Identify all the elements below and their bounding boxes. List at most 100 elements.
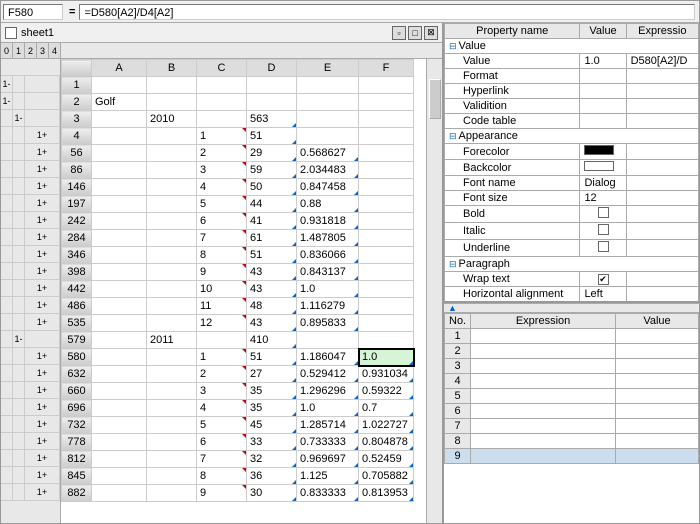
row-header[interactable]: 579	[62, 332, 92, 349]
prop-value[interactable]: ✔	[580, 272, 626, 287]
backcolor-swatch[interactable]	[584, 161, 614, 171]
cell[interactable]	[147, 230, 197, 247]
outline-toggle[interactable]	[1, 399, 13, 415]
outline-toggle[interactable]: 1+	[25, 263, 60, 279]
cell[interactable]: 48	[247, 298, 297, 315]
row-header[interactable]: 2	[62, 94, 92, 111]
outline-level-3[interactable]: 3	[37, 43, 49, 58]
prop-expr[interactable]	[626, 206, 698, 223]
cell[interactable]	[92, 366, 147, 383]
outline-toggle[interactable]	[1, 348, 13, 364]
expr-row-header[interactable]: 8	[445, 434, 471, 449]
cell[interactable]: 0.847458	[297, 179, 359, 196]
outline-toggle[interactable]	[1, 416, 13, 432]
cell[interactable]	[359, 281, 414, 298]
outline-toggle[interactable]	[13, 178, 25, 194]
row-header[interactable]: 3	[62, 111, 92, 128]
outline-toggle[interactable]: 1+	[25, 195, 60, 211]
expr-row-header[interactable]: 1	[445, 329, 471, 344]
window-close-icon[interactable]: ⊠	[424, 26, 438, 40]
cell[interactable]	[197, 332, 247, 349]
cell[interactable]	[197, 111, 247, 128]
outline-toggle[interactable]	[1, 144, 13, 160]
cell[interactable]: 0.895833	[297, 315, 359, 332]
outline-toggle[interactable]: 1+	[25, 314, 60, 330]
row-header[interactable]: 86	[62, 162, 92, 179]
cell[interactable]: 59	[247, 162, 297, 179]
tree-toggle-icon[interactable]: ⊟	[449, 41, 459, 51]
cell[interactable]: 0.88	[297, 196, 359, 213]
column-header-F[interactable]: F	[359, 60, 414, 77]
expr-cell-expression[interactable]	[471, 404, 616, 419]
cell[interactable]	[297, 128, 359, 145]
row-header[interactable]: 778	[62, 434, 92, 451]
cell[interactable]: 8	[197, 468, 247, 485]
cell[interactable]	[359, 77, 414, 94]
outline-toggle[interactable]	[1, 484, 13, 500]
outline-toggle[interactable]	[13, 382, 25, 398]
expr-row-header[interactable]: 7	[445, 419, 471, 434]
cell[interactable]: 8	[197, 247, 247, 264]
cell[interactable]	[147, 196, 197, 213]
outline-toggle[interactable]	[13, 212, 25, 228]
cell[interactable]	[359, 230, 414, 247]
vertical-scrollbar[interactable]	[426, 59, 442, 523]
cell[interactable]: 6	[197, 434, 247, 451]
tree-toggle-icon[interactable]: ⊟	[449, 259, 459, 269]
cell[interactable]: 35	[247, 400, 297, 417]
row-header[interactable]: 580	[62, 349, 92, 366]
spreadsheet-grid[interactable]: ABCDEF12Golf320105634151562290.568627863…	[61, 59, 442, 523]
row-header[interactable]: 197	[62, 196, 92, 213]
prop-expr[interactable]	[626, 191, 698, 206]
cell[interactable]: 0.833333	[297, 485, 359, 502]
expr-cell-expression[interactable]	[471, 374, 616, 389]
cell[interactable]	[359, 162, 414, 179]
expr-cell-expression[interactable]	[471, 389, 616, 404]
cell[interactable]	[147, 298, 197, 315]
expr-cell-expression[interactable]	[471, 434, 616, 449]
outline-toggle[interactable]	[13, 467, 25, 483]
cell[interactable]	[92, 417, 147, 434]
cell[interactable]	[92, 179, 147, 196]
outline-toggle[interactable]: 1+	[25, 161, 60, 177]
cell[interactable]: 0.804878	[359, 434, 414, 451]
cell[interactable]	[359, 145, 414, 162]
cell[interactable]	[92, 400, 147, 417]
cell[interactable]: 43	[247, 315, 297, 332]
cell[interactable]	[92, 332, 147, 349]
cell[interactable]: 51	[247, 349, 297, 366]
outline-toggle[interactable]: 1-	[13, 331, 25, 347]
cell[interactable]: 0.52459	[359, 451, 414, 468]
cell[interactable]: 2011	[147, 332, 197, 349]
outline-toggle[interactable]: 1+	[25, 365, 60, 381]
prop-value[interactable]	[580, 223, 626, 240]
prop-expr[interactable]	[626, 160, 698, 176]
cell[interactable]: 1.022727	[359, 417, 414, 434]
cell[interactable]: 1.0	[297, 281, 359, 298]
cell[interactable]	[359, 298, 414, 315]
checkbox[interactable]	[598, 241, 609, 252]
expr-row-header[interactable]: 9	[445, 449, 471, 464]
cell[interactable]	[147, 94, 197, 111]
cell[interactable]: 0.7	[359, 400, 414, 417]
cell[interactable]	[92, 485, 147, 502]
cell[interactable]	[92, 162, 147, 179]
cell[interactable]: 7	[197, 451, 247, 468]
cell[interactable]: 0.529412	[297, 366, 359, 383]
expr-cell-value[interactable]	[616, 374, 699, 389]
row-header[interactable]: 398	[62, 264, 92, 281]
outline-toggle[interactable]	[13, 450, 25, 466]
prop-value[interactable]: 12	[580, 191, 626, 206]
cell[interactable]: 563	[247, 111, 297, 128]
cell[interactable]: 50	[247, 179, 297, 196]
cell[interactable]: 0.733333	[297, 434, 359, 451]
outline-toggle[interactable]	[25, 331, 60, 347]
cell[interactable]	[92, 111, 147, 128]
outline-toggle[interactable]: 1+	[25, 416, 60, 432]
prop-expr[interactable]	[626, 287, 698, 302]
outline-toggle[interactable]	[25, 93, 60, 109]
column-header-B[interactable]: B	[147, 60, 197, 77]
cell[interactable]: 36	[247, 468, 297, 485]
row-header[interactable]: 284	[62, 230, 92, 247]
outline-toggle[interactable]: 1+	[25, 212, 60, 228]
